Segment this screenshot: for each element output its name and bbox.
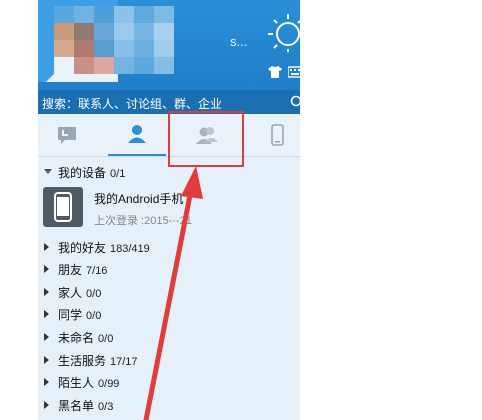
- red-arrow-annotation: [143, 166, 203, 420]
